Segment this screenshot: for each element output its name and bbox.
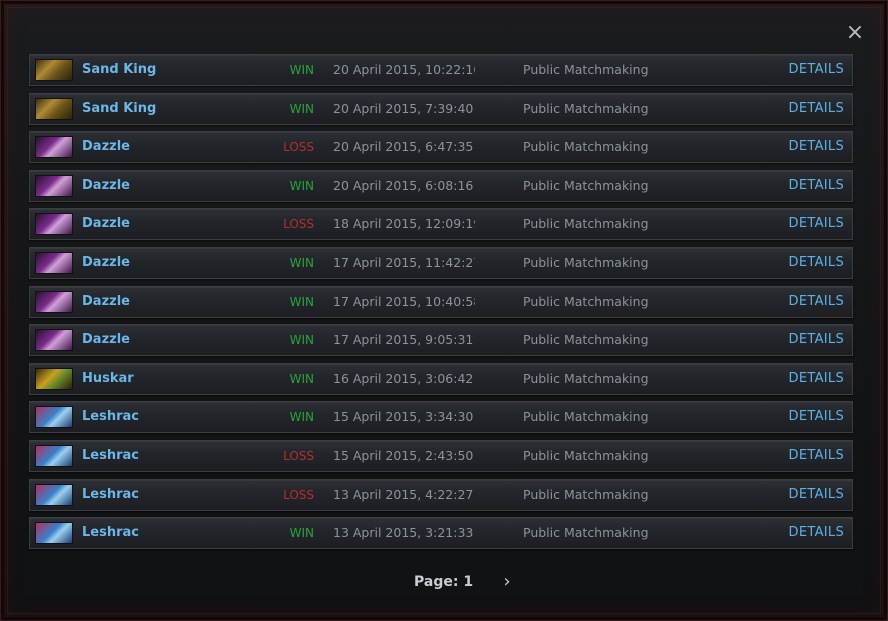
hero-name: Sand King (82, 100, 157, 116)
close-icon[interactable]: × (843, 21, 867, 45)
page-number: Page: 1 (414, 574, 474, 590)
details-link[interactable]: DETAILS (789, 480, 844, 510)
hero-name: Dazzle (82, 177, 130, 193)
details-link[interactable]: DETAILS (789, 364, 844, 394)
match-date: 13 April 2015, 4:22:27 PI (333, 486, 475, 502)
hero-portrait-icon (35, 251, 73, 274)
match-date: 17 April 2015, 10:40:58 I (333, 293, 475, 309)
details-link[interactable]: DETAILS (789, 94, 844, 124)
match-list: Sand King WIN 20 April 2015, 10:22:10 I … (29, 54, 853, 556)
hero-portrait-icon (35, 329, 73, 352)
hero-portrait-icon (35, 406, 73, 429)
game-mode: Public Matchmaking (523, 447, 649, 463)
match-row[interactable]: Dazzle LOSS 20 April 2015, 6:47:35 PI Pu… (29, 131, 853, 164)
match-date: 16 April 2015, 3:06:42 PI (333, 370, 475, 386)
match-result: WIN (289, 333, 314, 348)
match-result: LOSS (283, 448, 314, 463)
hero-portrait-icon (35, 290, 73, 313)
match-date: 13 April 2015, 3:21:33 PI (333, 525, 475, 541)
hero-portrait-icon (35, 367, 73, 390)
hero-portrait-icon (35, 444, 73, 467)
details-link[interactable]: DETAILS (789, 209, 844, 239)
hero-name: Dazzle (82, 332, 130, 348)
match-result: LOSS (283, 487, 314, 502)
match-result: WIN (289, 63, 314, 77)
details-link[interactable]: DETAILS (789, 441, 844, 471)
game-mode: Public Matchmaking (523, 332, 649, 348)
hero-portrait-icon (35, 483, 73, 506)
hero-portrait-icon (35, 213, 73, 236)
hero-name: Sand King (82, 62, 157, 77)
match-date: 17 April 2015, 9:05:31 PI (333, 332, 475, 348)
next-page-chevron-icon[interactable]: › (497, 569, 517, 595)
match-result: WIN (289, 255, 314, 270)
match-date: 20 April 2015, 6:47:35 PI (333, 139, 475, 155)
pagination: Page: 1 › (1, 569, 888, 595)
details-link[interactable]: DETAILS (789, 132, 844, 162)
hero-name: Leshrac (82, 486, 139, 502)
game-mode: Public Matchmaking (523, 62, 649, 77)
match-result: WIN (289, 410, 314, 425)
details-link[interactable]: DETAILS (789, 171, 844, 201)
hero-name: Leshrac (82, 409, 139, 425)
match-result: WIN (289, 526, 314, 541)
game-mode: Public Matchmaking (523, 100, 649, 116)
details-link[interactable]: DETAILS (789, 325, 844, 355)
game-mode: Public Matchmaking (523, 139, 649, 155)
match-row[interactable]: Sand King WIN 20 April 2015, 10:22:10 I … (29, 54, 853, 86)
match-row[interactable]: Dazzle WIN 20 April 2015, 6:08:16 PI Pub… (29, 169, 853, 202)
game-mode: Public Matchmaking (523, 177, 649, 193)
match-row[interactable]: Dazzle WIN 17 April 2015, 10:40:58 I Pub… (29, 285, 853, 318)
game-mode: Public Matchmaking (523, 486, 649, 502)
game-mode: Public Matchmaking (523, 370, 649, 386)
match-row[interactable]: Leshrac WIN 15 April 2015, 3:34:30 PI Pu… (29, 401, 853, 434)
match-result: WIN (289, 101, 314, 116)
hero-portrait-icon (35, 522, 73, 545)
match-date: 20 April 2015, 7:39:40 PI (333, 100, 475, 116)
match-row[interactable]: Leshrac LOSS 15 April 2015, 2:43:50 PI P… (29, 439, 853, 472)
match-result: WIN (289, 294, 314, 309)
hero-name: Leshrac (82, 447, 139, 463)
match-date: 20 April 2015, 10:22:10 I (333, 62, 475, 77)
details-link[interactable]: DETAILS (789, 402, 844, 432)
match-row[interactable]: Leshrac WIN 13 April 2015, 3:21:33 PI Pu… (29, 517, 853, 550)
match-row[interactable]: Dazzle LOSS 18 April 2015, 12:09:19 I Pu… (29, 208, 853, 241)
details-link[interactable]: DETAILS (789, 518, 844, 548)
hero-name: Dazzle (82, 293, 130, 309)
match-row[interactable]: Leshrac LOSS 13 April 2015, 4:22:27 PI P… (29, 478, 853, 511)
match-history-panel: × Sand King WIN 20 April 2015, 10:22:10 … (0, 0, 888, 621)
details-link[interactable]: DETAILS (789, 55, 844, 85)
match-row[interactable]: Dazzle WIN 17 April 2015, 11:42:27 I Pub… (29, 246, 853, 279)
hero-portrait-icon (35, 97, 73, 120)
hero-name: Huskar (82, 370, 134, 386)
match-row[interactable]: Dazzle WIN 17 April 2015, 9:05:31 PI Pub… (29, 324, 853, 357)
hero-name: Dazzle (82, 254, 130, 270)
game-mode: Public Matchmaking (523, 409, 649, 425)
game-mode: Public Matchmaking (523, 216, 649, 232)
hero-portrait-icon (35, 174, 73, 197)
match-date: 18 April 2015, 12:09:19 I (333, 216, 475, 232)
match-result: LOSS (283, 217, 314, 232)
hero-name: Dazzle (82, 139, 130, 155)
match-result: WIN (289, 371, 314, 386)
match-row[interactable]: Huskar WIN 16 April 2015, 3:06:42 PI Pub… (29, 362, 853, 395)
match-result: WIN (289, 178, 314, 193)
match-result: LOSS (283, 140, 314, 155)
match-date: 20 April 2015, 6:08:16 PI (333, 177, 475, 193)
match-date: 15 April 2015, 3:34:30 PI (333, 409, 475, 425)
details-link[interactable]: DETAILS (789, 248, 844, 278)
game-mode: Public Matchmaking (523, 525, 649, 541)
match-date: 15 April 2015, 2:43:50 PI (333, 447, 475, 463)
hero-name: Dazzle (82, 216, 130, 232)
hero-portrait-icon (35, 59, 73, 81)
match-date: 17 April 2015, 11:42:27 I (333, 254, 475, 270)
match-row[interactable]: Sand King WIN 20 April 2015, 7:39:40 PI … (29, 92, 853, 125)
details-link[interactable]: DETAILS (789, 287, 844, 317)
hero-name: Leshrac (82, 525, 139, 541)
game-mode: Public Matchmaking (523, 293, 649, 309)
hero-portrait-icon (35, 136, 73, 159)
game-mode: Public Matchmaking (523, 254, 649, 270)
